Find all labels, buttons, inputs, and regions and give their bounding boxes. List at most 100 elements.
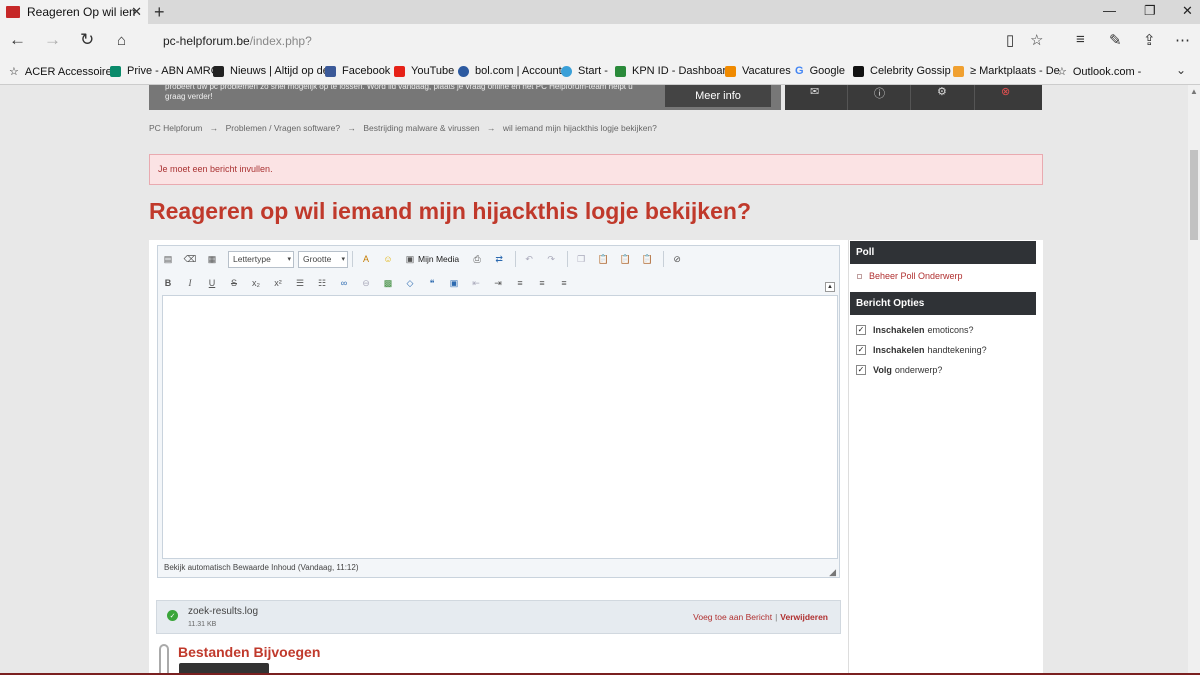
align-left-icon[interactable]: ≡ — [514, 277, 526, 289]
promo-banner: probeert uw pc problemen zo snel mogelij… — [149, 85, 781, 110]
paste-icon[interactable]: 📋 — [597, 253, 609, 265]
align-right-icon[interactable]: ≡ — [558, 277, 570, 289]
forward-icon[interactable]: → — [44, 30, 61, 50]
refresh-icon[interactable]: ↻ — [80, 30, 94, 50]
text-editor: ▤ ⌫ ▦ Lettertype ▾ Grootte ▾ A ☺ ▣ Mijn Med… — [157, 245, 840, 578]
checkbox-checked-icon[interactable]: ✓ — [856, 345, 866, 355]
size-select[interactable]: Grootte ▾ — [298, 250, 348, 268]
checkbox-checked-icon[interactable]: ✓ — [856, 365, 866, 375]
link-icon[interactable]: ∞ — [338, 277, 350, 289]
paste-text-icon[interactable]: 📋 — [619, 253, 631, 265]
option-signature[interactable]: ✓ Inschakelen handtekening? — [856, 345, 987, 355]
web-page: probeert uw pc problemen zo snel mogelij… — [0, 85, 1188, 675]
hub-icon[interactable]: ≡ — [1076, 31, 1085, 48]
message-textarea[interactable] — [162, 295, 838, 559]
favorite-item[interactable]: ☆ ACER Accessoires — [9, 65, 117, 79]
favorite-item[interactable]: bol.com | Account — [458, 65, 562, 77]
special-char-icon[interactable]: ▣ — [448, 277, 460, 289]
outdent-icon[interactable]: ⇤ — [470, 277, 482, 289]
favorite-item[interactable]: KPN ID - Dashboard — [615, 65, 732, 77]
mail-icon[interactable]: ✉ — [810, 85, 819, 98]
undo-icon[interactable]: ↶ — [523, 253, 535, 265]
image-icon[interactable]: ▩ — [382, 277, 394, 289]
favorite-item[interactable]: Facebook — [325, 65, 390, 77]
vacatures-icon — [725, 65, 736, 77]
page-scrollbar[interactable]: ▲ — [1188, 85, 1200, 675]
checkbox-checked-icon[interactable]: ✓ — [856, 325, 866, 335]
italic-icon[interactable]: I — [184, 277, 196, 289]
eraser-icon[interactable]: ⌫ — [184, 253, 197, 265]
back-icon[interactable]: ← — [9, 30, 26, 50]
print-icon[interactable]: ⎙ — [471, 253, 483, 265]
delete-attachment-link[interactable]: Verwijderen — [780, 612, 828, 622]
bold-icon[interactable]: B — [162, 277, 174, 289]
collapse-toolbar-icon[interactable]: ▲ — [825, 282, 835, 292]
share-icon[interactable]: ⇪ — [1143, 31, 1156, 49]
autosave-link[interactable]: Bekijk automatisch Bewaarde Inhoud (Vand… — [164, 563, 359, 572]
option-emoticons[interactable]: ✓ Inschakelen emoticons? — [856, 325, 974, 335]
align-center-icon[interactable]: ≡ — [536, 277, 548, 289]
attachment-row: ✓ zoek-results.log 11.31 KB Voeg toe aan… — [156, 600, 841, 634]
my-media-button[interactable]: ▣ Mijn Media — [404, 253, 459, 265]
translate-icon[interactable]: ⇄ — [493, 253, 505, 265]
superscript-icon[interactable]: x² — [272, 277, 284, 289]
copy-icon[interactable]: ❐ — [575, 253, 587, 265]
remove-format-icon[interactable]: ⊘ — [671, 253, 683, 265]
favorite-item[interactable]: Prive - ABN AMRO — [110, 65, 219, 77]
code-icon[interactable]: ◇ — [404, 277, 416, 289]
favorite-item[interactable]: G Google — [795, 65, 845, 77]
numbered-list-icon[interactable]: ☷ — [316, 277, 328, 289]
option-follow-topic[interactable]: ✓ Volg onderwerp? — [856, 365, 942, 375]
attachment-filename[interactable]: zoek-results.log — [188, 606, 258, 617]
new-tab-button[interactable]: + — [154, 2, 165, 23]
close-window-icon[interactable]: ✕ — [1182, 3, 1193, 19]
breadcrumb-link[interactable]: PC Helpforum — [149, 123, 202, 133]
home-icon[interactable]: ⌂ — [117, 32, 126, 49]
error-message: Je moet een bericht invullen. — [149, 154, 1043, 185]
underline-icon[interactable]: U — [206, 277, 218, 289]
font-select[interactable]: Lettertype ▾ — [228, 250, 294, 268]
scroll-up-icon[interactable]: ▲ — [1190, 87, 1198, 96]
favorite-item[interactable]: Vacatures — [725, 65, 791, 77]
scrollbar-thumb[interactable] — [1190, 150, 1198, 240]
gear-icon[interactable]: ⚙ — [937, 85, 947, 98]
browser-tab-active[interactable]: Reageren Op wil iemand ✕ — [0, 0, 148, 24]
strikethrough-icon[interactable]: S — [228, 277, 240, 289]
favorite-item[interactable]: ☆ Outlook.com - — [1057, 65, 1141, 79]
breadcrumb-link[interactable]: Problemen / Vragen software? — [226, 123, 341, 133]
favorite-item[interactable]: YouTube — [394, 65, 454, 77]
web-note-icon[interactable]: ✎ — [1109, 31, 1122, 49]
indent-icon[interactable]: ⇥ — [492, 277, 504, 289]
restore-window-icon[interactable]: ❐ — [1144, 3, 1156, 19]
more-info-button[interactable]: Meer info — [665, 85, 771, 107]
favorite-star-icon[interactable]: ☆ — [1030, 31, 1043, 49]
subscript-icon[interactable]: x₂ — [250, 277, 262, 289]
manage-poll-link[interactable]: Beheer Poll Onderwerp — [857, 271, 963, 281]
more-icon[interactable]: ⋯ — [1175, 31, 1190, 49]
reading-view-icon[interactable]: ▯ — [1006, 31, 1014, 49]
favorite-item[interactable]: ≥ Marktplaats - De — [953, 65, 1060, 77]
minimize-window-icon[interactable]: — — [1103, 3, 1116, 18]
close-tab-icon[interactable]: ✕ — [131, 4, 142, 20]
info-icon[interactable]: ⓘ — [874, 85, 885, 101]
smiley-icon[interactable]: ☺ — [382, 253, 394, 265]
table-icon[interactable]: ▦ — [206, 253, 218, 265]
quote-icon[interactable]: ❝ — [426, 277, 438, 289]
favorite-item[interactable]: Celebrity Gossip | — [853, 65, 957, 77]
editor-toolbar-bottom: B I U S x₂ x² ☰ ☷ ∞ ⊖ ▩ ◇ ❝ ▣ ⇤ ⇥ ≡ ≡ ≡ — [162, 273, 580, 293]
paste-word-icon[interactable]: 📋 — [641, 253, 653, 265]
chevron-down-icon[interactable]: ⌄ — [1176, 63, 1186, 77]
logout-icon[interactable]: ⊗ — [1001, 85, 1010, 98]
unlink-icon[interactable]: ⊖ — [360, 277, 372, 289]
font-color-icon[interactable]: A — [360, 253, 372, 265]
insert-attachment-link[interactable]: Voeg toe aan Bericht — [693, 612, 772, 622]
favorite-item[interactable]: Nieuws | Altijd op de — [213, 65, 329, 77]
source-icon[interactable]: ▤ — [162, 253, 174, 265]
favorite-item[interactable]: Start - — [561, 65, 608, 77]
resize-grip-icon[interactable]: ◢ — [829, 567, 836, 578]
breadcrumb-link[interactable]: Bestrijding malware & virussen — [363, 123, 479, 133]
address-bar[interactable]: pc-helpforum.be/index.php? — [163, 34, 312, 48]
redo-icon[interactable]: ↷ — [545, 253, 557, 265]
check-icon: ✓ — [167, 610, 178, 621]
bullet-list-icon[interactable]: ☰ — [294, 277, 306, 289]
